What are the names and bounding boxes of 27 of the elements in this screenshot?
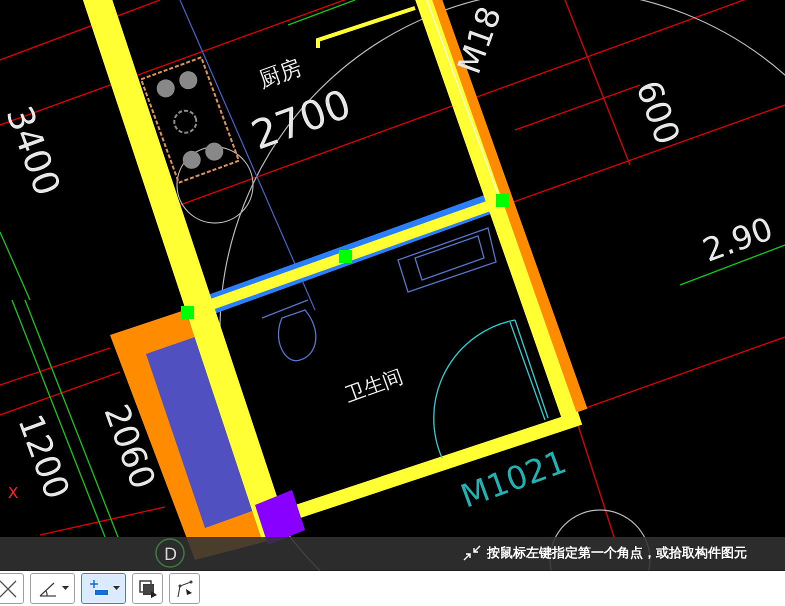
toilet-drawing	[262, 299, 316, 362]
axis-label: D	[164, 545, 178, 565]
status-message: 按鼠标左键指定第一个角点，或拾取构件图元	[487, 544, 747, 562]
dimension-label: 3400	[0, 101, 68, 202]
axis-bubble-icon	[155, 538, 185, 568]
collapse-arrows-icon	[463, 545, 481, 561]
close-icon	[0, 578, 18, 598]
axis-line	[288, 0, 356, 26]
dimension-label: 2060	[96, 399, 163, 494]
snap-button[interactable]	[81, 573, 126, 604]
grip-point[interactable]	[181, 306, 194, 319]
caret-icon	[113, 586, 120, 591]
room-label: 厨房	[256, 55, 306, 94]
angle-button[interactable]	[30, 573, 75, 604]
polyline-button[interactable]	[169, 573, 200, 604]
close-button[interactable]	[0, 573, 24, 604]
door-label: M18	[450, 2, 509, 79]
grip-point[interactable]	[339, 250, 352, 263]
polyline-icon	[174, 578, 194, 598]
copy-button[interactable]	[132, 573, 163, 604]
grip-point[interactable]	[496, 194, 509, 207]
dimension-label: 2.90	[698, 209, 778, 270]
layers-icon	[138, 578, 158, 598]
room-label: 卫生间	[342, 364, 406, 407]
axis-marker: X	[8, 484, 18, 502]
caret-icon	[62, 586, 69, 591]
dimension-label: 600	[628, 75, 688, 150]
